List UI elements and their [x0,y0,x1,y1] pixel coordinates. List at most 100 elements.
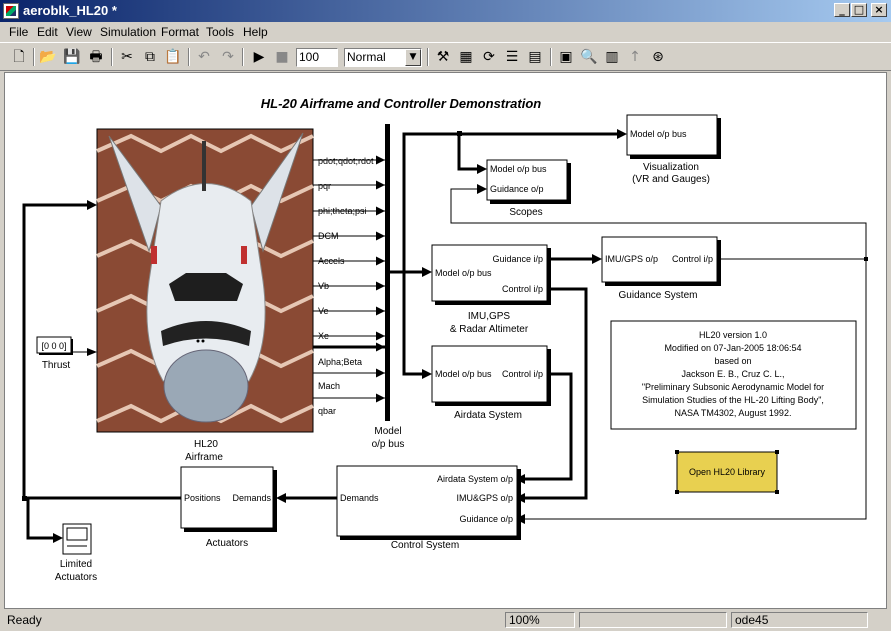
signal-label: pdot;qdot;rdot [318,156,374,166]
control-out-port: Demands [340,493,379,503]
save-icon[interactable]: 💾 [62,47,82,67]
signal-label: pqr [318,181,331,191]
info-line: Simulation Studies of the HL-20 Lifting … [642,395,824,405]
close-button[interactable]: × [871,3,887,17]
visualization-port-label: Model o/p bus [630,129,687,139]
refresh-icon[interactable]: ⟳ [479,47,499,67]
toolbar-separator [550,48,552,66]
airframe-label-1: HL20 [194,439,218,450]
menu-bar: File Edit View Simulation Format Tools H… [0,22,891,41]
status-field-empty [579,612,727,628]
guidance-label: Guidance System [619,290,698,301]
stop-simulation-icon[interactable]: ■ [272,47,292,67]
redo-icon[interactable]: ↷ [218,47,238,67]
scopes-port-2: Guidance o/p [490,184,544,194]
info-line: "Preliminary Subsonic Aerodynamic Model … [642,382,824,392]
bus-creator-block[interactable] [385,124,390,421]
menu-format[interactable]: Format [161,25,199,39]
toolbar-separator [111,48,113,66]
model-explorer-icon[interactable]: 🔍 [579,47,599,67]
limited-actuators-scope[interactable] [62,523,92,555]
new-model-icon[interactable]: 🗋 [9,47,29,67]
menu-view[interactable]: View [66,25,92,39]
start-simulation-icon[interactable]: ▶ [249,47,269,67]
signal-label: DCM [318,231,339,241]
control-in-port-2: IMU&GPS o/p [456,493,513,503]
scopes-label: Scopes [509,207,542,218]
stop-time-input[interactable]: 100 [296,48,338,67]
debugger-icon[interactable]: ▥ [602,47,622,67]
go-to-parent-icon[interactable]: ↑ [625,47,645,67]
minimize-button[interactable]: _ [834,3,850,17]
menu-tools[interactable]: Tools [206,25,234,39]
help-lifebuoy-icon[interactable]: ⊛ [648,47,668,67]
status-bar: Ready 100% ode45 [0,610,891,631]
toolbar-separator [188,48,190,66]
actuators-label: Actuators [206,538,248,549]
toolbar-separator [427,48,429,66]
zoom-level: 100% [505,612,575,628]
menu-file[interactable]: File [9,25,28,39]
signal-label: Alpha;Beta [318,357,362,367]
library-browser-icon[interactable]: ▣ [556,47,576,67]
update-diagram-icon[interactable]: ▦ [456,47,476,67]
menu-edit[interactable]: Edit [37,25,58,39]
signal-label: Ve [318,306,329,316]
bus-label-1: Model [374,426,401,437]
imu-label-2: & Radar Altimeter [450,324,529,335]
grid-icon[interactable]: ▤ [525,47,545,67]
info-line: HL20 version 1.0 [699,330,767,340]
menu-help[interactable]: Help [243,25,268,39]
limited-label-1: Limited [60,559,92,570]
model-canvas[interactable]: HL-20 Airframe and Controller Demonstrat… [4,72,887,609]
stack-icon[interactable]: ☰ [502,47,522,67]
resize-grip-icon[interactable] [871,612,888,628]
signal-label: Accels [318,256,345,266]
menu-simulation[interactable]: Simulation [100,25,156,39]
simulation-mode-select[interactable]: Normal ▼ [344,48,422,67]
airdata-in-port: Model o/p bus [435,369,492,379]
status-message: Ready [7,613,42,627]
diagram-title: HL-20 Airframe and Controller Demonstrat… [261,96,542,111]
visualization-label-1: Visualization [643,162,699,173]
limited-label-2: Actuators [55,572,97,583]
undo-icon[interactable]: ↶ [194,47,214,67]
cut-icon[interactable]: ✂ [117,47,137,67]
control-label: Control System [391,540,459,551]
block-diagram: HL-20 Airframe and Controller Demonstrat… [22,96,868,583]
airdata-label: Airdata System [454,410,522,421]
airframe-label-2: Airframe [185,452,223,463]
scopes-port-1: Model o/p bus [490,164,547,174]
chevron-down-icon[interactable]: ▼ [405,49,421,66]
airdata-out-port: Control i/p [502,369,543,379]
imu-out-port-2: Control i/p [502,284,543,294]
simulink-app-icon[interactable] [3,3,19,19]
hl20-airframe-block[interactable] [96,128,314,433]
thrust-label: Thrust [42,360,71,371]
maximize-button[interactable]: □ [851,3,867,17]
print-icon[interactable]: 🖶 [86,47,106,67]
guidance-out-port: Control i/p [672,254,713,264]
bus-label-2: o/p bus [372,439,405,450]
info-line: based on [714,356,751,366]
open-library-label: Open HL20 Library [689,467,766,477]
copy-icon[interactable]: ⧉ [140,47,160,67]
control-in-port-3: Guidance o/p [459,514,513,524]
info-line: Modified on 07-Jan-2005 18:06:54 [664,343,801,353]
paste-icon[interactable]: 📋 [163,47,183,67]
actuators-out-port: Positions [184,493,221,503]
toolbar-separator [33,48,35,66]
control-in-port-1: Airdata System o/p [437,474,513,484]
visualization-label-2: (VR and Gauges) [632,174,710,185]
signal-label: Xe [318,331,329,341]
build-icon[interactable]: ⚒ [433,47,453,67]
signal-label: Mach [318,381,340,391]
signal-label: qbar [318,406,336,416]
open-folder-icon[interactable]: 📂 [38,47,58,67]
thrust-value: [0 0 0] [41,341,66,351]
signal-label: phi;theta;psi [318,206,367,216]
guidance-in-port: IMU/GPS o/p [605,254,658,264]
signal-label: Vb [318,281,329,291]
info-line: NASA TM4302, August 1992. [675,408,792,418]
simulation-mode-value: Normal [347,50,386,64]
